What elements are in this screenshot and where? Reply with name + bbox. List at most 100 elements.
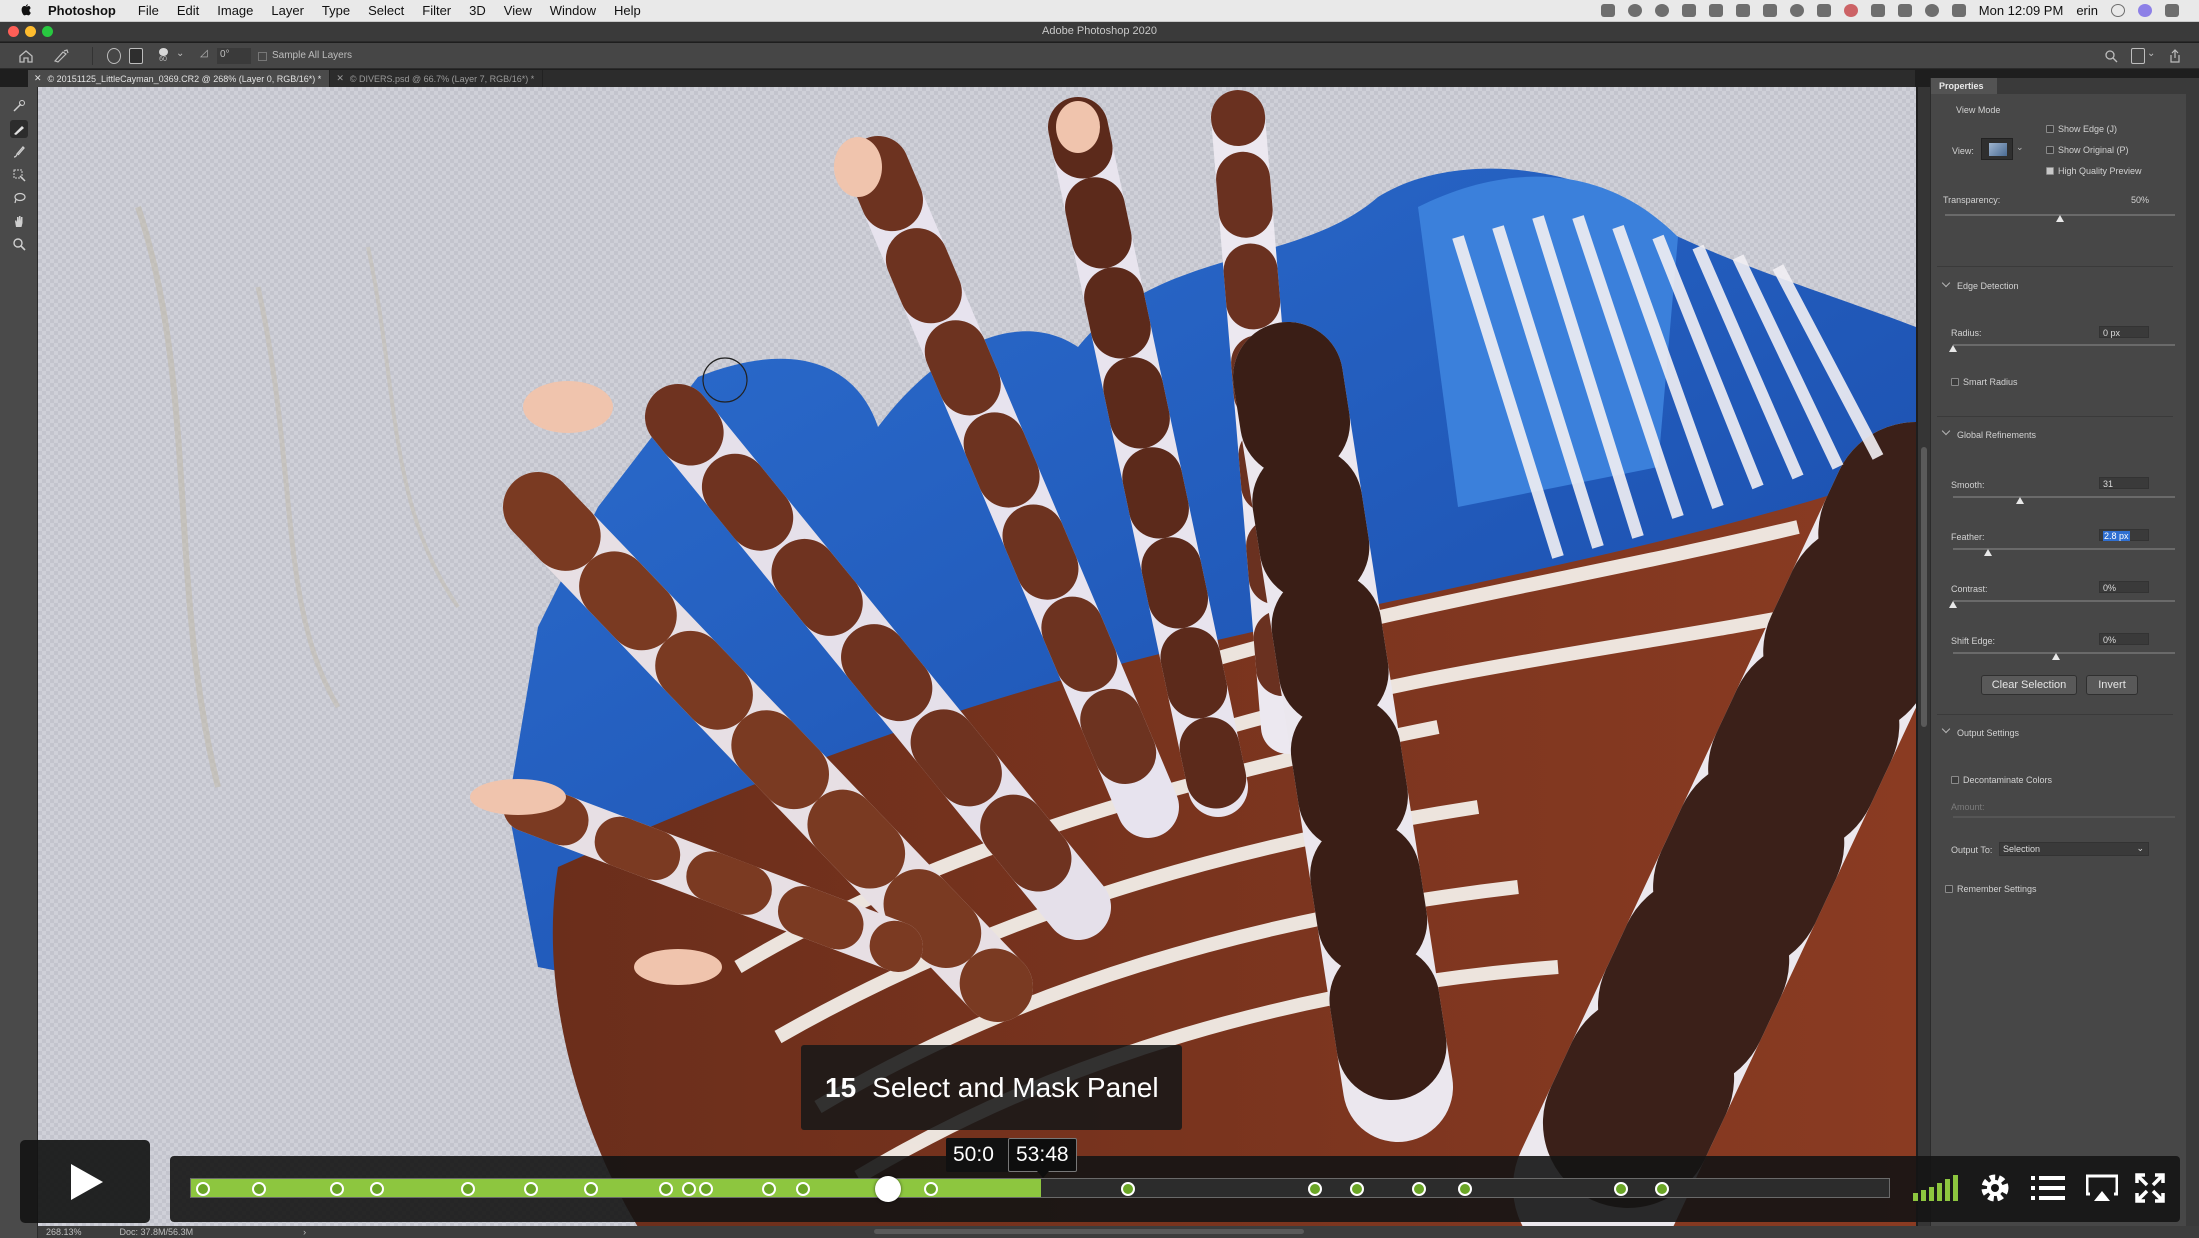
menu-type[interactable]: Type — [322, 3, 350, 18]
dropbox-icon[interactable] — [1735, 4, 1750, 17]
close-icon[interactable]: ✕ — [34, 73, 42, 84]
siri-icon[interactable] — [2138, 4, 2152, 17]
app-menu[interactable]: Photoshop — [48, 3, 116, 18]
chapter-marker[interactable] — [1350, 1182, 1365, 1196]
clock[interactable]: Mon 12:09 PM — [1979, 3, 2064, 18]
doc-size[interactable]: Doc: 37.8M/56.3M — [120, 1227, 194, 1237]
brush-tool-icon[interactable] — [10, 143, 28, 161]
notification-center-icon[interactable] — [2165, 4, 2179, 17]
shift-edge-field[interactable]: 0% — [2099, 633, 2149, 645]
bluetooth-icon[interactable] — [1681, 4, 1696, 17]
tab-divers[interactable]: ✕ © DIVERS.psd @ 66.7% (Layer 7, RGB/16*… — [330, 70, 544, 87]
feather-field[interactable]: 2.8 px — [2099, 529, 2149, 541]
video-progress-bar[interactable] — [190, 1176, 1890, 1202]
tab-littlecayman[interactable]: ✕ © 20151125_LittleCayman_0369.CR2 @ 268… — [28, 70, 331, 87]
invert-button[interactable]: Invert — [2086, 675, 2138, 695]
clear-selection-button[interactable]: Clear Selection — [1981, 675, 2077, 695]
radius-slider[interactable] — [1953, 344, 2175, 346]
menu-image[interactable]: Image — [217, 3, 253, 18]
chapter-marker[interactable] — [923, 1182, 938, 1196]
user-name[interactable]: erin — [2076, 3, 2098, 18]
sample-all-layers-checkbox[interactable] — [258, 52, 267, 61]
chevron-right-icon[interactable]: › — [303, 1227, 306, 1237]
airplay-icon[interactable] — [2082, 1168, 2122, 1208]
contrast-field[interactable]: 0% — [2099, 581, 2149, 593]
chapter-marker[interactable] — [1120, 1182, 1135, 1196]
radius-slider-knob[interactable] — [1949, 345, 1957, 352]
zoom-tool-icon[interactable] — [10, 235, 28, 253]
record-icon[interactable] — [1843, 4, 1858, 17]
menu-select[interactable]: Select — [368, 3, 404, 18]
smooth-field[interactable]: 31 — [2099, 477, 2149, 489]
display-icon[interactable] — [1600, 4, 1615, 17]
chapter-marker[interactable] — [1654, 1182, 1669, 1196]
add-to-selection-icon[interactable] — [107, 48, 121, 64]
creative-cloud-icon[interactable] — [1627, 4, 1642, 17]
shift-edge-slider[interactable] — [1953, 652, 2175, 654]
volume-menu-icon[interactable] — [1951, 4, 1966, 17]
sync-icon[interactable] — [1654, 4, 1669, 17]
global-refinements-heading[interactable]: Global Refinements — [1957, 430, 2036, 440]
chapter-marker[interactable] — [1613, 1182, 1628, 1196]
chevron-down-icon[interactable] — [1941, 724, 1951, 734]
chevron-down-icon[interactable]: ⌄ — [2016, 142, 2024, 153]
chevron-down-icon[interactable]: ⌄ — [176, 48, 184, 64]
horizontal-scrollbar[interactable] — [874, 1229, 1304, 1234]
hand-tool-icon[interactable] — [10, 212, 28, 230]
workspace-icon[interactable] — [2131, 48, 2145, 64]
view-mode-thumbnail[interactable] — [1981, 138, 2013, 160]
canvas-scrollbar[interactable] — [1918, 87, 1930, 1227]
chapters-icon[interactable] — [2028, 1168, 2068, 1208]
refine-edge-brush-tool-icon[interactable] — [10, 120, 28, 138]
home-icon[interactable] — [18, 48, 34, 64]
object-selection-tool-icon[interactable] — [10, 166, 28, 184]
menu-3d[interactable]: 3D — [469, 3, 486, 18]
wifi-icon[interactable] — [1924, 4, 1939, 17]
share-icon[interactable] — [2168, 48, 2182, 64]
menu-file[interactable]: File — [138, 3, 159, 18]
decontaminate-colors-checkbox[interactable] — [1951, 776, 1959, 784]
menu-edit[interactable]: Edit — [177, 3, 199, 18]
high-quality-preview-checkbox[interactable] — [2046, 167, 2054, 175]
chevron-down-icon[interactable] — [1941, 426, 1951, 436]
transparency-slider-knob[interactable] — [2056, 215, 2064, 222]
apple-icon[interactable] — [18, 3, 34, 19]
volume-icon[interactable] — [1910, 1168, 1960, 1208]
chapter-marker[interactable] — [583, 1182, 598, 1196]
chapter-marker[interactable] — [658, 1182, 673, 1196]
properties-tab[interactable]: Properties — [1931, 78, 1997, 94]
smooth-slider[interactable] — [1953, 496, 2175, 498]
feather-slider-knob[interactable] — [1984, 549, 1992, 556]
show-original-checkbox[interactable] — [2046, 146, 2054, 154]
chapter-marker[interactable] — [1457, 1182, 1472, 1196]
play-button[interactable] — [20, 1140, 150, 1223]
output-to-dropdown[interactable]: Selection ⌄ — [1999, 842, 2149, 856]
output-settings-heading[interactable]: Output Settings — [1957, 728, 2019, 738]
radius-field[interactable]: 0 px — [2099, 326, 2149, 338]
quick-selection-tool-icon[interactable] — [10, 97, 28, 115]
smooth-slider-knob[interactable] — [2016, 497, 2024, 504]
menu-layer[interactable]: Layer — [271, 3, 304, 18]
settings-icon[interactable] — [1975, 1168, 2015, 1208]
close-icon[interactable]: ✕ — [336, 73, 344, 84]
cast-icon[interactable] — [1816, 4, 1831, 17]
chapter-marker[interactable] — [196, 1182, 211, 1196]
subtract-from-selection-icon[interactable] — [129, 48, 143, 64]
refine-brush-tool-icon[interactable] — [52, 48, 70, 64]
chapter-marker[interactable] — [369, 1182, 384, 1196]
chapter-marker[interactable] — [1411, 1182, 1426, 1196]
edge-detection-heading[interactable]: Edge Detection — [1957, 281, 2019, 291]
menu-help[interactable]: Help — [614, 3, 641, 18]
lasso-tool-icon[interactable] — [10, 189, 28, 207]
remember-settings-checkbox[interactable] — [1945, 885, 1953, 893]
menu-filter[interactable]: Filter — [422, 3, 451, 18]
menu-view[interactable]: View — [504, 3, 532, 18]
chapter-marker[interactable] — [1307, 1182, 1322, 1196]
menu-window[interactable]: Window — [550, 3, 596, 18]
airplay-menu-icon[interactable] — [1870, 4, 1885, 17]
search-icon[interactable] — [2104, 48, 2118, 64]
chevron-down-icon[interactable] — [1941, 278, 1951, 288]
calendar-icon[interactable] — [1762, 4, 1777, 17]
info-icon[interactable] — [1789, 4, 1804, 17]
zoom-level[interactable]: 268.13% — [46, 1227, 82, 1237]
